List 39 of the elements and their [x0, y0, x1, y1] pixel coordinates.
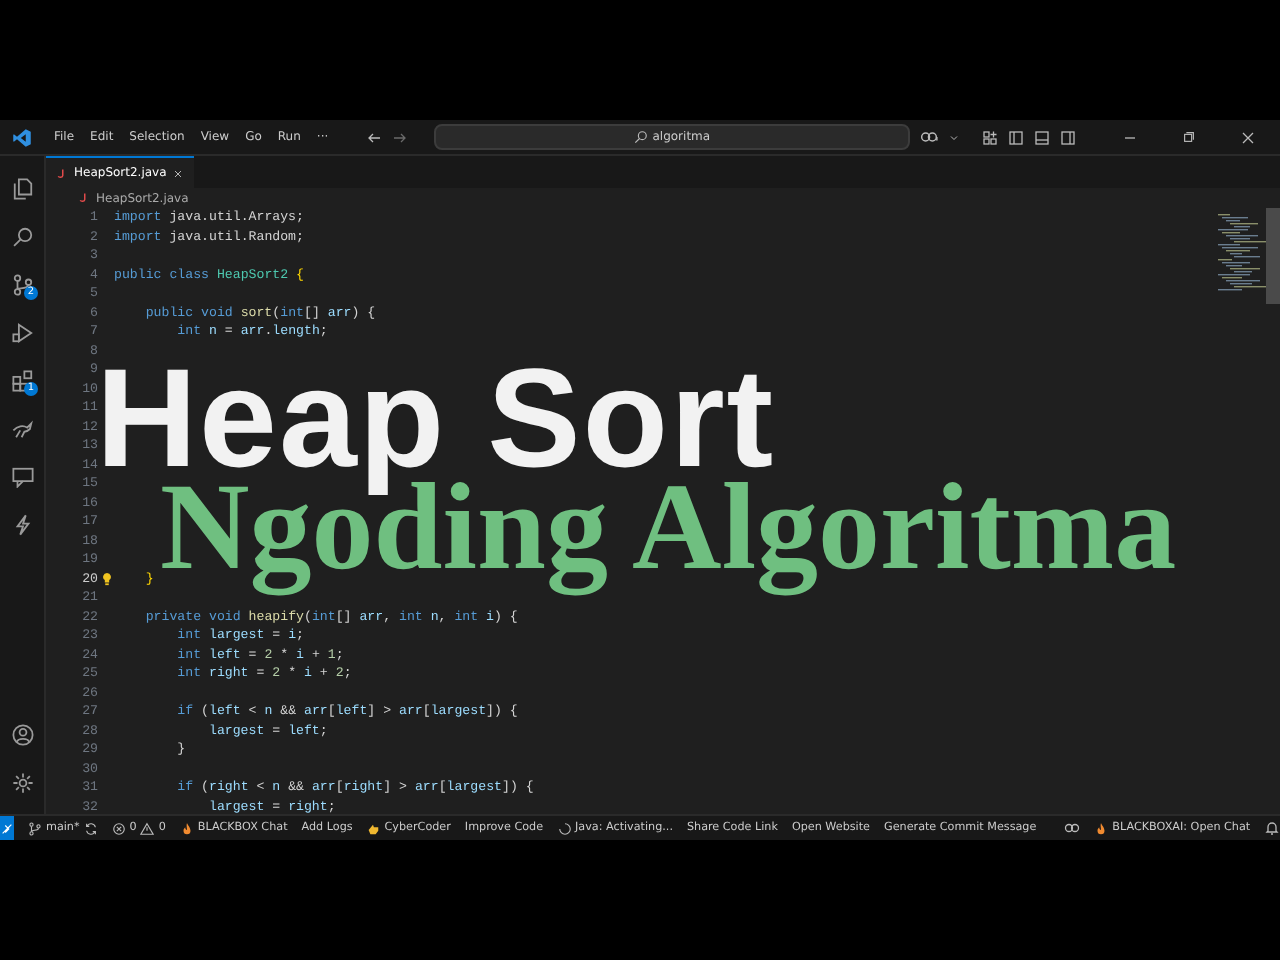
- settings-icon[interactable]: [11, 771, 33, 793]
- copilot-icon[interactable]: [920, 128, 939, 146]
- forward-arrow-icon[interactable]: [392, 129, 409, 145]
- files-icon[interactable]: [11, 177, 33, 199]
- warning-icon[interactable]: [140, 821, 155, 835]
- hand-icon[interactable]: [366, 821, 381, 835]
- chat-icon[interactable]: [11, 465, 33, 487]
- close-icon[interactable]: [172, 167, 185, 179]
- run-debug-icon[interactable]: [11, 321, 33, 343]
- search-icon[interactable]: [11, 225, 33, 247]
- notification-bell-icon[interactable]: [1264, 820, 1280, 836]
- branch-icon[interactable]: [28, 821, 42, 835]
- caret-icon[interactable]: [948, 131, 961, 143]
- remote-icon: [0, 821, 14, 835]
- lightbulb-icon[interactable]: [99, 571, 113, 586]
- source-control-icon[interactable]: [11, 273, 33, 295]
- remote-button[interactable]: [0, 816, 14, 840]
- scrollbar[interactable]: [1266, 208, 1280, 304]
- lightning-icon[interactable]: [11, 513, 33, 535]
- search-icon: [634, 130, 649, 144]
- kangaroo-icon[interactable]: [11, 417, 33, 439]
- sync-spinner-icon[interactable]: [557, 821, 572, 835]
- close-icon[interactable]: [1240, 129, 1256, 145]
- copilot-icon[interactable]: [1064, 820, 1081, 836]
- app-logo-icon: [12, 127, 32, 147]
- restore-icon[interactable]: [1182, 129, 1196, 143]
- java-file-icon: [56, 167, 68, 179]
- back-arrow-icon[interactable]: [366, 129, 383, 145]
- sync-icon[interactable]: [83, 821, 98, 835]
- extensions-icon[interactable]: [11, 369, 33, 391]
- left-panel-icon[interactable]: [1008, 129, 1024, 145]
- bottom-panel-icon[interactable]: [1034, 129, 1050, 145]
- account-icon[interactable]: [11, 723, 33, 745]
- error-icon[interactable]: [111, 821, 126, 835]
- flame-icon[interactable]: [1094, 821, 1109, 835]
- right-panel-icon[interactable]: [1060, 129, 1076, 145]
- java-file-icon: [78, 192, 90, 204]
- flame-icon[interactable]: [179, 821, 194, 835]
- customize-layout-icon[interactable]: [982, 129, 998, 145]
